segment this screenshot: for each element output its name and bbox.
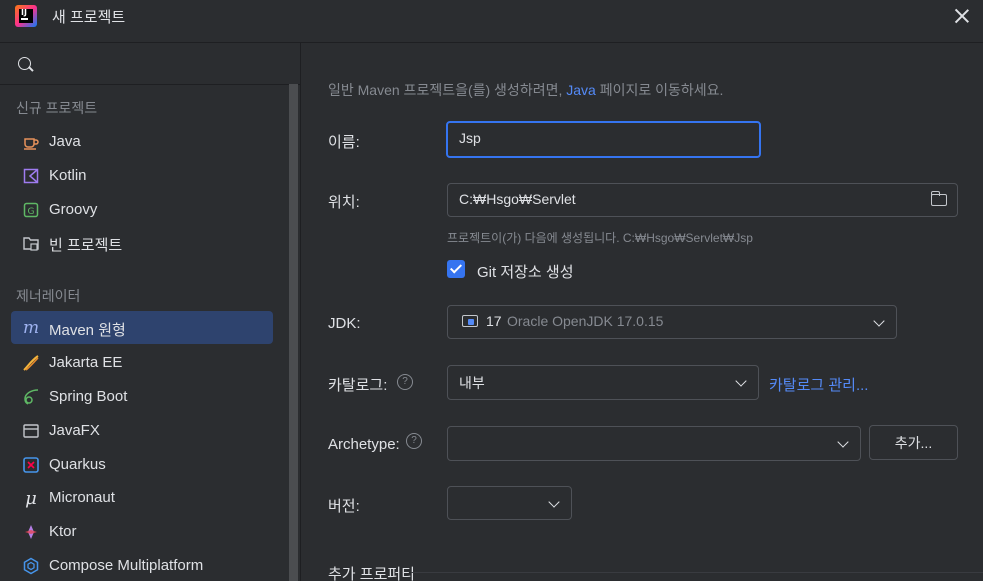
javafx-icon bbox=[22, 422, 40, 440]
micronaut-icon: μ bbox=[25, 487, 37, 509]
search-icon[interactable] bbox=[18, 57, 31, 70]
sidebar-item-maven-archetype[interactable]: m Maven 원형 bbox=[11, 311, 273, 344]
chevron-down-icon bbox=[873, 315, 885, 327]
hint-suffix: 페이지로 이동하세요. bbox=[599, 82, 724, 98]
window-title: 새 프로젝트 bbox=[52, 9, 126, 26]
catalog-label: 카탈로그: bbox=[328, 377, 388, 394]
sidebar-item-spring-boot[interactable]: Spring Boot bbox=[11, 380, 273, 413]
java-page-link[interactable]: Java bbox=[566, 82, 596, 98]
sidebar-item-label: Jakarta EE bbox=[49, 354, 123, 371]
add-archetype-button[interactable]: 추가... bbox=[869, 425, 958, 460]
sidebar-item-label: Micronaut bbox=[49, 489, 115, 506]
sidebar-item-kotlin[interactable]: Kotlin bbox=[11, 159, 273, 192]
chevron-down-icon bbox=[837, 436, 849, 448]
maven-hint: 일반 Maven 프로젝트을(를) 생성하려면, Java 페이지로 이동하세요… bbox=[328, 80, 723, 100]
advanced-properties-section[interactable]: 추가 프로퍼티 bbox=[328, 563, 415, 581]
groovy-icon: G bbox=[22, 201, 40, 219]
chevron-down-icon bbox=[735, 375, 747, 387]
sidebar-item-label: 빈 프로젝트 bbox=[49, 237, 123, 254]
hint-prefix: 일반 Maven 프로젝트을(를) 생성하려면, bbox=[328, 82, 563, 98]
intellij-logo-icon: IJ bbox=[15, 5, 37, 27]
sidebar-item-label: Ktor bbox=[49, 523, 77, 540]
folder-icon[interactable] bbox=[930, 191, 947, 206]
archetype-label: Archetype: bbox=[328, 436, 400, 453]
ktor-icon bbox=[22, 523, 40, 541]
archetype-select[interactable] bbox=[447, 426, 861, 461]
maven-icon: m bbox=[22, 318, 40, 338]
close-icon[interactable] bbox=[953, 7, 971, 25]
kotlin-icon bbox=[22, 167, 40, 185]
sidebar: 신규 프로젝트 Java Kotlin G Groovy 빈 프로젝트 제너레이… bbox=[0, 43, 300, 581]
sidebar-item-javafx[interactable]: JavaFX bbox=[11, 414, 273, 447]
sidebar-scrollbar[interactable] bbox=[289, 84, 298, 581]
catalog-value: 내부 bbox=[459, 375, 485, 391]
section-divider bbox=[411, 572, 983, 573]
sidebar-item-label: Maven 원형 bbox=[49, 322, 126, 339]
java-cup-icon bbox=[22, 133, 40, 151]
title-bar: IJ 새 프로젝트 bbox=[0, 0, 983, 34]
sidebar-search[interactable] bbox=[0, 43, 300, 84]
git-checkbox-label: Git 저장소 생성 bbox=[477, 264, 574, 281]
location-value: C:₩Hsgo₩Servlet bbox=[459, 191, 576, 207]
group-header-new-project: 신규 프로젝트 bbox=[16, 100, 98, 116]
jdk-version: 17 bbox=[486, 313, 502, 329]
jdk-select[interactable]: 17 Oracle OpenJDK 17.0.15 bbox=[447, 305, 897, 339]
sidebar-item-label: Groovy bbox=[49, 201, 98, 218]
sidebar-item-label: Java bbox=[49, 133, 81, 150]
sidebar-item-empty-project[interactable]: 빈 프로젝트 bbox=[11, 226, 273, 259]
sidebar-item-ktor[interactable]: Ktor bbox=[11, 515, 273, 548]
version-select[interactable] bbox=[447, 486, 572, 520]
sidebar-item-label: Quarkus bbox=[49, 456, 106, 473]
catalog-select[interactable]: 내부 bbox=[447, 365, 759, 400]
sidebar-item-java[interactable]: Java bbox=[11, 125, 273, 158]
search-divider bbox=[0, 84, 300, 85]
sidebar-item-label: Kotlin bbox=[49, 167, 87, 184]
sidebar-item-quarkus[interactable]: Quarkus bbox=[11, 448, 273, 481]
location-field[interactable]: C:₩Hsgo₩Servlet bbox=[447, 183, 958, 217]
group-header-generators: 제너레이터 bbox=[16, 288, 81, 304]
compose-icon bbox=[22, 557, 40, 575]
name-value: Jsp bbox=[459, 130, 481, 146]
sidebar-item-label: Spring Boot bbox=[49, 388, 128, 405]
name-field[interactable]: Jsp bbox=[446, 121, 761, 158]
version-label: 버전: bbox=[328, 498, 360, 515]
archetype-help-icon[interactable]: ? bbox=[406, 433, 422, 449]
sidebar-item-micronaut[interactable]: μ Micronaut bbox=[11, 481, 273, 514]
sidebar-item-jakarta-ee[interactable]: Jakarta EE bbox=[11, 346, 273, 379]
jdk-name: Oracle OpenJDK 17.0.15 bbox=[507, 313, 664, 329]
quarkus-icon bbox=[22, 456, 40, 474]
sidebar-item-groovy[interactable]: G Groovy bbox=[11, 193, 273, 226]
sidebar-item-compose-multiplatform[interactable]: Compose Multiplatform bbox=[11, 549, 273, 581]
chevron-down-icon bbox=[548, 496, 560, 508]
main-panel: 일반 Maven 프로젝트을(를) 생성하려면, Java 페이지로 이동하세요… bbox=[301, 43, 983, 581]
name-label: 이름: bbox=[328, 134, 360, 151]
jakarta-icon bbox=[22, 354, 40, 372]
jdk-label: JDK: bbox=[328, 315, 361, 332]
empty-project-icon bbox=[22, 234, 40, 252]
jdk-folder-icon bbox=[462, 315, 478, 327]
catalog-help-icon[interactable]: ? bbox=[397, 374, 413, 390]
manage-catalogs-link[interactable]: 카탈로그 관리... bbox=[769, 374, 868, 395]
location-label: 위치: bbox=[328, 194, 360, 211]
sidebar-item-label: Compose Multiplatform bbox=[49, 557, 204, 574]
sidebar-item-label: JavaFX bbox=[49, 422, 100, 439]
spring-icon bbox=[22, 388, 40, 406]
location-hint: 프로젝트이(가) 다음에 생성됩니다. C:₩Hsgo₩Servlet₩Jsp bbox=[447, 231, 753, 245]
git-checkbox[interactable] bbox=[447, 260, 465, 278]
svg-text:G: G bbox=[28, 207, 35, 217]
